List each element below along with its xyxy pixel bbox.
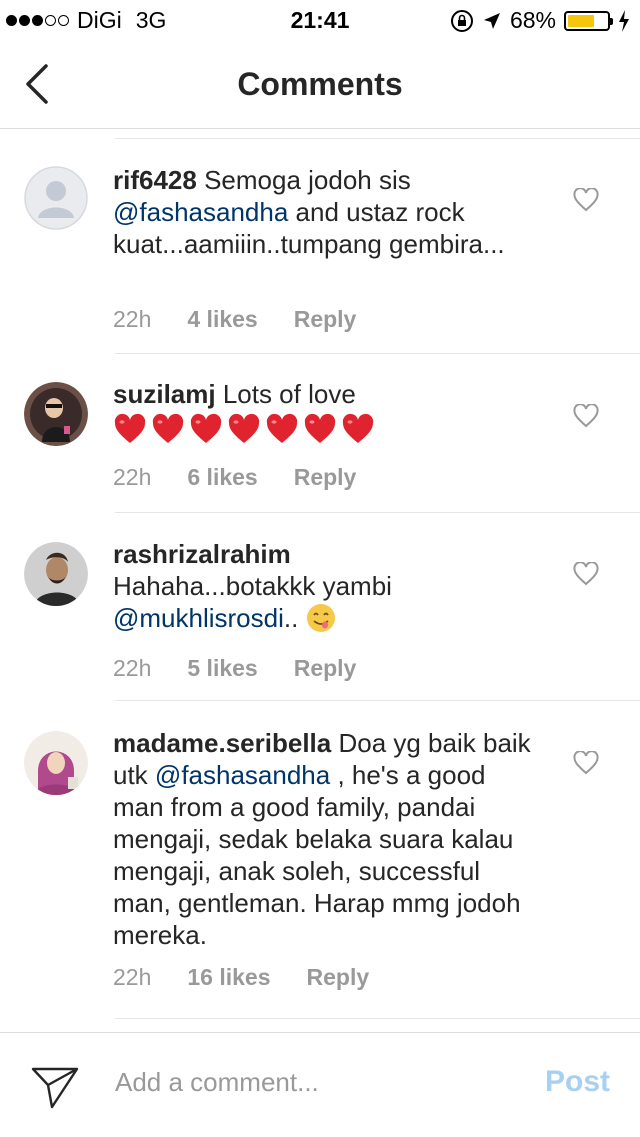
red-heart-emoji-icon [228, 413, 260, 444]
user-photo-icon [24, 731, 88, 795]
heart-emoji-row [113, 413, 375, 445]
comment-time: 22h [113, 655, 152, 681]
comment-username[interactable]: rif6428 [113, 165, 197, 195]
avatar[interactable] [24, 166, 88, 230]
mention-link[interactable]: @mukhlisrosdi [113, 603, 284, 633]
default-avatar-icon [24, 166, 88, 230]
comment-time: 22h [113, 964, 152, 990]
comment-input[interactable] [115, 1067, 495, 1098]
heart-icon[interactable] [573, 404, 599, 428]
comment-text: rif6428 Semoga jodoh sis @fashasandha an… [113, 165, 505, 259]
user-photo-icon [24, 382, 88, 446]
comment-username[interactable]: madame.seribella [113, 728, 331, 758]
comment-username[interactable]: suzilamj [113, 379, 216, 409]
comment-meta: 22h 5 likes Reply [113, 655, 392, 682]
divider [115, 138, 640, 139]
comment-meta: 22h 4 likes Reply [113, 306, 392, 333]
battery-icon [564, 10, 613, 31]
comment-time: 22h [113, 306, 152, 332]
status-bar: DiGi 3G 21:41 68% [0, 0, 640, 40]
charging-bolt-icon [619, 9, 629, 32]
red-heart-emoji-icon [304, 413, 336, 444]
divider [115, 1018, 640, 1019]
battery-percent: 68% [509, 7, 556, 33]
comment-text: suzilamj Lots of love [113, 378, 533, 445]
page-title: Comments [237, 66, 403, 102]
comment-text: madame.seribella Doa yg baik baik utk @f… [113, 728, 531, 950]
navigation-bar: Comments [0, 40, 640, 129]
red-heart-emoji-icon [266, 413, 298, 444]
avatar[interactable] [24, 542, 88, 606]
comment-meta: 22h 6 likes Reply [113, 464, 392, 491]
divider [115, 512, 640, 513]
post-button[interactable]: Post [545, 1065, 610, 1099]
likes-count[interactable]: 5 likes [187, 655, 257, 682]
comment-text: rashrizalrahim Hahaha...botakkk yambi @m… [113, 539, 392, 633]
mention-link[interactable]: @fashasandha [113, 197, 288, 227]
mention-link[interactable]: @fashasandha [155, 760, 330, 790]
reply-button[interactable]: Reply [294, 306, 357, 333]
comment-meta: 22h 16 likes Reply [113, 964, 405, 991]
likes-count[interactable]: 16 likes [187, 964, 270, 991]
avatar[interactable] [24, 382, 88, 446]
red-heart-emoji-icon [152, 413, 184, 444]
heart-icon[interactable] [573, 562, 599, 586]
reply-button[interactable]: Reply [294, 655, 357, 682]
red-heart-emoji-icon [342, 413, 374, 444]
comment-time: 22h [113, 464, 152, 490]
yum-emoji-icon [306, 604, 335, 633]
location-arrow-icon [483, 12, 500, 29]
avatar[interactable] [24, 731, 88, 795]
likes-count[interactable]: 6 likes [187, 464, 257, 491]
user-photo-icon [24, 542, 88, 606]
likes-count[interactable]: 4 likes [187, 306, 257, 333]
red-heart-emoji-icon [114, 413, 146, 444]
red-heart-emoji-icon [190, 413, 222, 444]
divider [115, 353, 640, 354]
comment-username[interactable]: rashrizalrahim [113, 539, 291, 569]
heart-icon[interactable] [573, 751, 599, 775]
reply-button[interactable]: Reply [294, 464, 357, 491]
heart-icon[interactable] [573, 188, 599, 212]
reply-button[interactable]: Reply [307, 964, 370, 991]
divider [115, 700, 640, 701]
orientation-lock-icon [450, 9, 473, 32]
send-direct-icon[interactable] [30, 1063, 80, 1111]
comment-composer: Post [0, 1032, 640, 1137]
